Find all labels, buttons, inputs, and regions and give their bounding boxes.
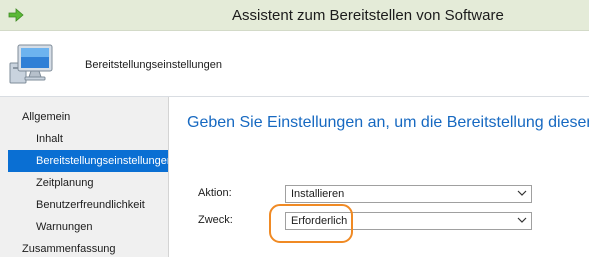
chevron-down-icon bbox=[517, 217, 527, 223]
action-label: Aktion: bbox=[198, 187, 232, 199]
page-title: Bereitstellungseinstellungen bbox=[85, 59, 222, 71]
sidebar-item-label: Warnungen bbox=[36, 221, 93, 233]
purpose-label: Zweck: bbox=[198, 214, 233, 226]
purpose-dropdown[interactable]: Erforderlich bbox=[285, 212, 532, 230]
sidebar-item-zeitplanung[interactable]: Zeitplanung bbox=[0, 172, 167, 194]
sidebar-item-warnungen[interactable]: Warnungen bbox=[0, 216, 167, 238]
sidebar-item-bereitstellungseinstellungen[interactable]: Bereitstellungseinstellungen bbox=[8, 150, 168, 172]
main-panel: Geben Sie Einstellungen an, um die Berei… bbox=[169, 97, 589, 257]
chevron-down-icon bbox=[517, 190, 527, 196]
computer-monitor-icon bbox=[9, 44, 53, 84]
action-dropdown[interactable]: Installieren bbox=[285, 185, 532, 203]
title-bar: Assistent zum Bereitstellen von Software bbox=[0, 0, 589, 31]
sidebar-item-benutzerfreundlichkeit[interactable]: Benutzerfreundlichkeit bbox=[0, 194, 167, 216]
sidebar-item-label: Zeitplanung bbox=[36, 177, 94, 189]
sidebar-item-label: Benutzerfreundlichkeit bbox=[36, 199, 145, 211]
sidebar-item-inhalt[interactable]: Inhalt bbox=[0, 128, 167, 150]
wizard-sidebar: Allgemein Inhalt Bereitstellungseinstell… bbox=[0, 97, 169, 257]
purpose-value: Erforderlich bbox=[291, 215, 348, 227]
wizard-header: Bereitstellungseinstellungen bbox=[0, 31, 589, 97]
action-value: Installieren bbox=[291, 188, 345, 200]
sidebar-item-label: Bereitstellungseinstellungen bbox=[36, 155, 168, 167]
sidebar-item-label: Allgemein bbox=[22, 111, 71, 123]
instruction-text: Geben Sie Einstellungen an, um die Berei… bbox=[187, 114, 589, 131]
sidebar-item-allgemein[interactable]: Allgemein bbox=[0, 106, 167, 128]
sidebar-item-label: Zusammenfassung bbox=[22, 243, 116, 255]
sidebar-item-label: Inhalt bbox=[36, 133, 63, 145]
green-arrow-icon bbox=[8, 8, 24, 22]
window-title: Assistent zum Bereitstellen von Software bbox=[232, 7, 504, 24]
